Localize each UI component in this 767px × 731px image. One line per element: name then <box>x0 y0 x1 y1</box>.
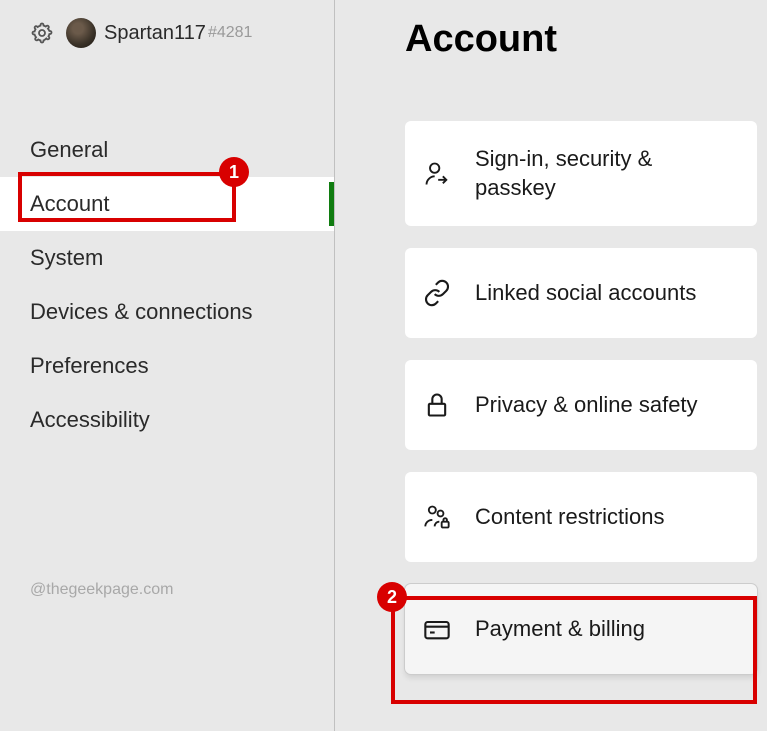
gamertag-number: #4281 <box>208 24 253 42</box>
card-label: Sign-in, security & passkey <box>475 145 739 202</box>
nav-item-general[interactable]: General <box>0 123 334 177</box>
card-payment-billing[interactable]: Payment & billing <box>405 584 757 674</box>
nav-item-devices[interactable]: Devices & connections <box>0 285 334 339</box>
nav-item-preferences[interactable]: Preferences <box>0 339 334 393</box>
card-label: Linked social accounts <box>475 279 696 308</box>
nav-label: Preferences <box>30 353 149 378</box>
main-panel: Account Sign-in, security & passkey L <box>335 0 767 731</box>
nav-item-account[interactable]: Account <box>0 177 334 231</box>
annotation-badge-1: 1 <box>219 157 249 187</box>
card-signin-security[interactable]: Sign-in, security & passkey <box>405 121 757 226</box>
nav-label: Account <box>30 191 110 216</box>
nav-item-accessibility[interactable]: Accessibility <box>0 393 334 447</box>
settings-sidebar: Spartan117 #4281 General Account System … <box>0 0 335 731</box>
gear-icon[interactable] <box>30 21 54 45</box>
annotation-badge-2: 2 <box>377 582 407 612</box>
link-icon <box>423 279 451 307</box>
nav-label: System <box>30 245 103 270</box>
card-content-restrictions[interactable]: Content restrictions <box>405 472 757 562</box>
nav-item-system[interactable]: System <box>0 231 334 285</box>
settings-nav: General Account System Devices & connect… <box>0 123 334 447</box>
profile-row: Spartan117 #4281 <box>0 18 334 48</box>
nav-label: Devices & connections <box>30 299 253 324</box>
person-arrow-icon <box>423 160 451 188</box>
nav-label: General <box>30 137 108 162</box>
card-label: Privacy & online safety <box>475 391 698 420</box>
watermark: @thegeekpage.com <box>30 581 173 599</box>
people-lock-icon <box>423 503 451 531</box>
card-icon <box>423 615 451 643</box>
page-title: Account <box>405 18 757 61</box>
card-label: Payment & billing <box>475 615 645 644</box>
lock-icon <box>423 391 451 419</box>
gamertag: Spartan117 <box>104 22 206 45</box>
avatar[interactable] <box>66 18 96 48</box>
account-card-list: Sign-in, security & passkey Linked socia… <box>405 121 757 674</box>
card-linked-social[interactable]: Linked social accounts <box>405 248 757 338</box>
card-label: Content restrictions <box>475 503 665 532</box>
card-privacy-safety[interactable]: Privacy & online safety <box>405 360 757 450</box>
nav-label: Accessibility <box>30 407 150 432</box>
